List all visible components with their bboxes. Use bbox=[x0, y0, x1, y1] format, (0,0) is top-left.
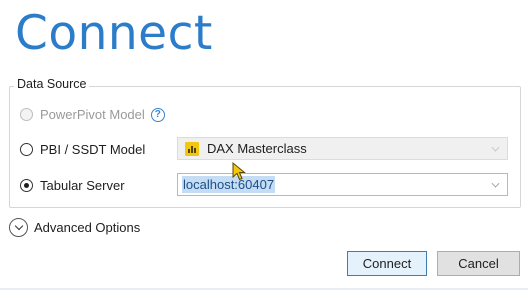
chevron-down-icon[interactable] bbox=[491, 179, 500, 188]
powerpivot-option: PowerPivot Model ? bbox=[20, 107, 165, 122]
dialog-title: Connect bbox=[15, 6, 213, 61]
pbi-ssdt-label: PBI / SSDT Model bbox=[40, 142, 146, 157]
chevron-down-icon[interactable] bbox=[491, 143, 500, 152]
powerpivot-label: PowerPivot Model bbox=[40, 107, 145, 122]
advanced-options-label: Advanced Options bbox=[34, 220, 141, 235]
server-combo[interactable]: localhost:60407 bbox=[177, 173, 508, 196]
pbi-ssdt-radio[interactable] bbox=[20, 143, 33, 156]
help-icon[interactable]: ? bbox=[150, 107, 165, 122]
powerpivot-radio bbox=[20, 108, 33, 121]
server-input-value[interactable]: localhost:60407 bbox=[182, 176, 276, 193]
tabular-server-option[interactable]: Tabular Server bbox=[20, 178, 125, 193]
connect-button[interactable]: Connect bbox=[347, 251, 427, 276]
advanced-options-toggle[interactable]: Advanced Options bbox=[9, 218, 140, 237]
cancel-button[interactable]: Cancel bbox=[437, 251, 520, 276]
model-dropdown-value: DAX Masterclass bbox=[207, 141, 307, 156]
data-source-legend: Data Source bbox=[14, 77, 90, 91]
power-bi-icon bbox=[185, 141, 199, 156]
pbi-ssdt-option[interactable]: PBI / SSDT Model bbox=[20, 142, 145, 157]
mouse-cursor-icon bbox=[232, 161, 246, 181]
tabular-server-label: Tabular Server bbox=[40, 178, 125, 193]
model-dropdown[interactable]: DAX Masterclass bbox=[177, 137, 508, 160]
tabular-server-radio[interactable] bbox=[20, 179, 33, 192]
expand-icon[interactable] bbox=[9, 218, 28, 237]
